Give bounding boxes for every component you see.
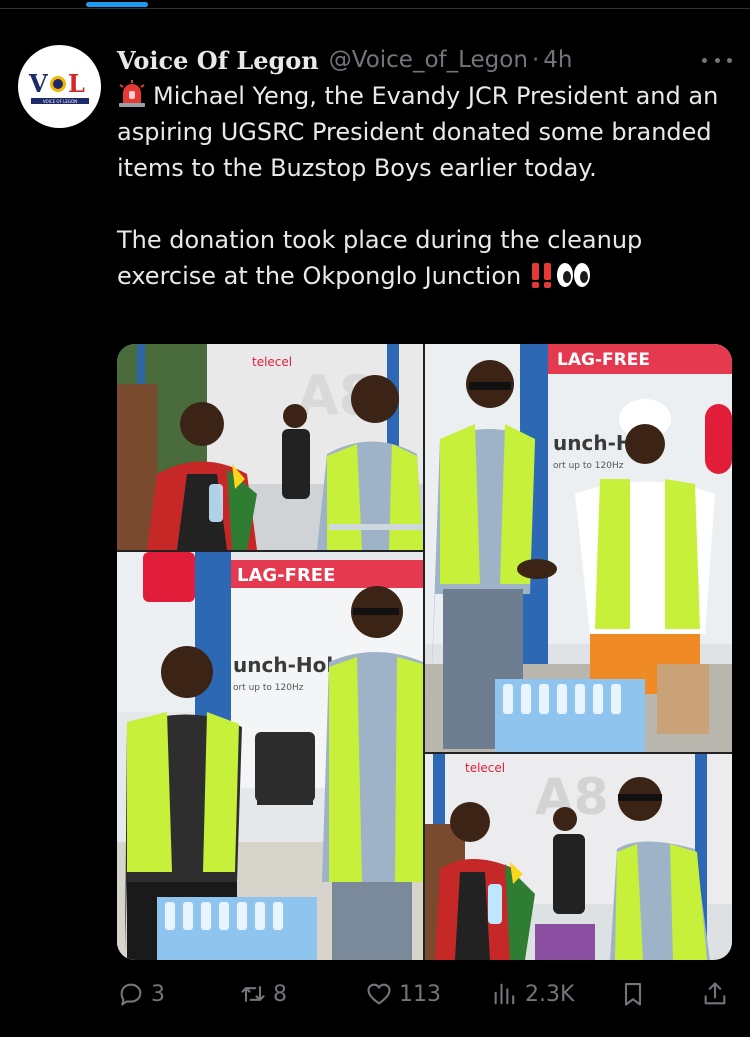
reply-button[interactable]: 3 — [117, 980, 165, 1008]
photo-2[interactable]: LAG-FREE unch-H ort up to 120Hz — [425, 344, 732, 752]
avatar[interactable]: V L VOICE OF LEGON — [18, 45, 101, 128]
eyes-emoji-icon — [556, 263, 590, 287]
banner-text: telecel — [465, 761, 505, 775]
tweet-paragraph-1: Michael Yeng, the Evandy JCR President a… — [117, 78, 732, 186]
svg-text:L: L — [68, 69, 85, 98]
photo-3[interactable]: LAG-FREE unch-Hole ort up to 120Hz — [117, 552, 423, 960]
svg-text:VOICE OF LEGON: VOICE OF LEGON — [42, 99, 76, 104]
action-bar: 3 8 113 2.3K — [117, 974, 732, 1014]
heart-icon — [367, 983, 391, 1005]
sign-subtext: ort up to 120Hz — [233, 683, 304, 693]
author-handle[interactable]: @Voice_of_Legon — [329, 47, 528, 73]
bookmark-icon — [624, 983, 642, 1006]
photo-4[interactable]: telecel A8 — [425, 754, 732, 960]
banner-text: LAG-FREE — [237, 565, 335, 586]
double-exclamation-emoji-icon — [531, 263, 551, 288]
top-divider — [0, 8, 750, 9]
views-count: 2.3K — [525, 981, 575, 1007]
media-grid: telecel A8 LAG-FREE unch-H ort up to 120… — [117, 344, 732, 960]
svg-text:V: V — [28, 69, 48, 98]
sign-text: unch-H — [553, 431, 633, 455]
bookmark-button[interactable] — [619, 980, 653, 1008]
share-icon — [704, 982, 726, 1005]
reply-count: 3 — [151, 981, 165, 1007]
reply-icon — [120, 983, 142, 1006]
sign-subtext: ort up to 120Hz — [553, 461, 624, 471]
photo-1[interactable]: telecel A8 — [117, 344, 423, 550]
tweet-paragraph-2: The donation took place during the clean… — [117, 222, 732, 294]
like-button[interactable]: 113 — [365, 980, 441, 1008]
views-chart-icon — [494, 983, 515, 1005]
tweet-text-1: Michael Yeng, the Evandy JCR President a… — [117, 82, 719, 182]
tab-indicator — [86, 2, 148, 7]
tweet-timestamp[interactable]: 4h — [543, 47, 572, 73]
more-options-icon[interactable] — [702, 50, 732, 70]
retweet-button[interactable]: 8 — [239, 980, 287, 1008]
like-count: 113 — [399, 981, 441, 1007]
separator-dot: · — [531, 47, 540, 73]
siren-emoji-icon — [119, 80, 145, 107]
retweet-count: 8 — [273, 981, 287, 1007]
share-button[interactable] — [701, 980, 735, 1008]
banner-text: LAG-FREE — [557, 350, 650, 370]
views-button[interactable]: 2.3K — [491, 980, 574, 1008]
author-name[interactable]: Voice Of Legon — [117, 46, 319, 75]
retweet-icon — [241, 985, 265, 1003]
banner-text: telecel — [252, 355, 292, 369]
tweet-header: Voice Of Legon @Voice_of_Legon · 4h — [117, 40, 732, 80]
tweet-body: Michael Yeng, the Evandy JCR President a… — [117, 78, 732, 294]
voice-of-legon-logo: V L VOICE OF LEGON — [28, 69, 89, 104]
